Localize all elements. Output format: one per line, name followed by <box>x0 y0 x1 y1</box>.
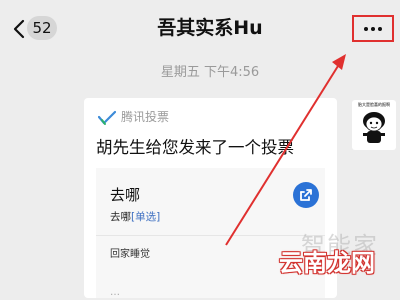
cartoon-sticker-icon <box>363 112 385 143</box>
message-timestamp: 星期五 下午4:56 <box>160 65 260 80</box>
more-options-button[interactable] <box>352 15 394 42</box>
chat-title: 吾其实系Hu <box>157 17 263 39</box>
poll-type-tag: [单选] <box>131 211 161 223</box>
poll-option[interactable]: … <box>110 286 120 300</box>
unread-count-badge[interactable]: 52 <box>27 16 57 40</box>
more-dots-icon <box>364 27 368 31</box>
sticker-message[interactable]: 胎大是脸喜的报啊 <box>352 100 396 150</box>
poll-title: 去哪 <box>110 186 141 204</box>
poll-subtitle: 去哪[单选] <box>110 211 161 223</box>
external-link-icon <box>300 189 312 201</box>
poll-option[interactable]: 回家睡觉 <box>110 248 150 262</box>
share-button[interactable] <box>293 182 319 208</box>
divider <box>96 235 325 236</box>
watermark-brand: 云南龙网 <box>279 249 375 277</box>
card-message-text: 胡先生给您发来了一个投票 <box>96 138 294 157</box>
poll-app-name: 腾讯投票 <box>121 110 170 124</box>
tencent-poll-logo-icon <box>98 110 116 125</box>
chat-header: 52 吾其实系Hu <box>0 0 400 56</box>
sticker-caption: 胎大是脸喜的报啊 <box>358 102 390 107</box>
